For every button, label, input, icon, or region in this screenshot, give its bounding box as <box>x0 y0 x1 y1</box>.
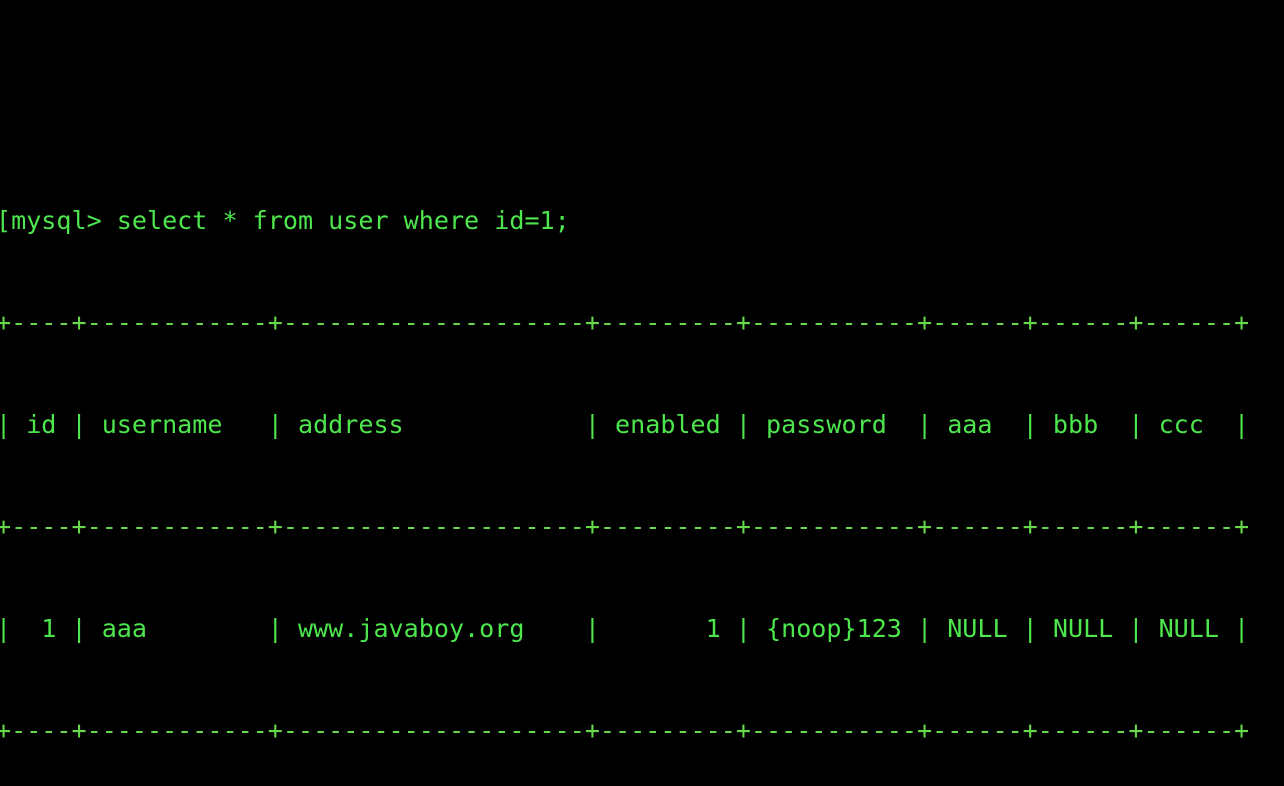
table-row: | 1 | aaa | www.javaboy.org | 1 | {noop}… <box>0 614 1250 643</box>
terminal-window[interactable]: [mysql> select * from user where id=1; +… <box>0 0 1284 786</box>
table-separator-bottom-1: +----+------------+--------------------+… <box>0 716 1250 745</box>
table-separator-top-1: +----+------------+--------------------+… <box>0 308 1250 337</box>
command-line-1[interactable]: [mysql> select * from user where id=1; <box>0 204 1284 238</box>
table-header-row-1: | id | username | address | enabled | pa… <box>0 410 1250 439</box>
query-block-1: [mysql> select * from user where id=1; +… <box>0 136 1284 786</box>
table-separator-mid-1: +----+------------+--------------------+… <box>0 512 1250 541</box>
terminal-screen[interactable]: [mysql> select * from user where id=1; +… <box>0 0 1284 786</box>
